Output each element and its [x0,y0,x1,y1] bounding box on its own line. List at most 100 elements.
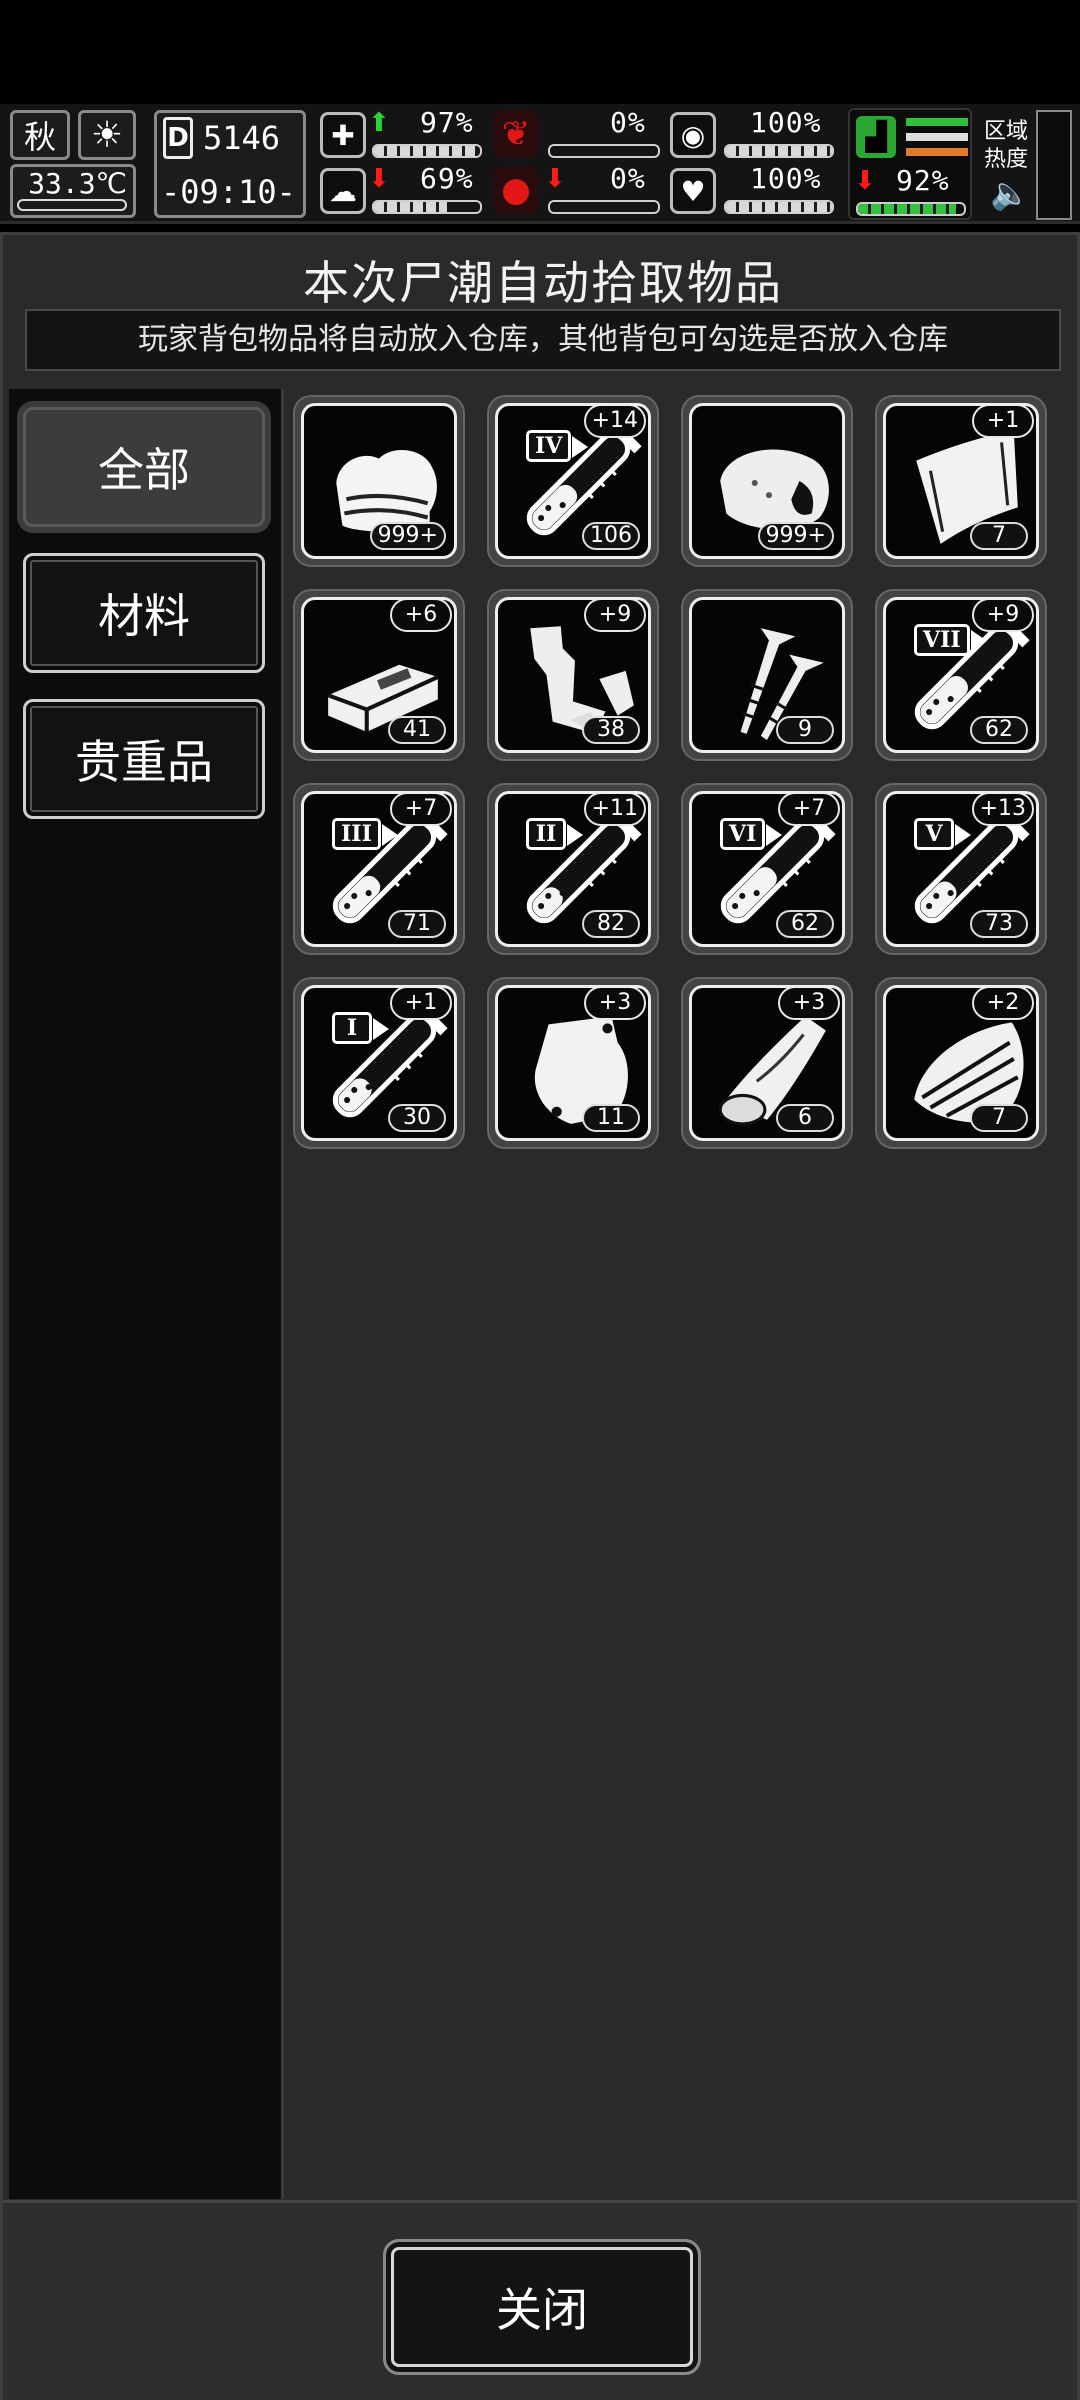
brain-down-arrow-icon: ⬇ [368,164,390,194]
stomach-icon: ❦ [494,110,538,158]
temperature-gauge: 33.3℃ [10,164,136,218]
item-slot[interactable]: II 82 +11 [487,783,659,955]
item-gain-badge: +7 [390,794,452,826]
zone-heat-meter [1036,110,1072,220]
item-gain-badge: +11 [583,794,646,826]
boot-icon: ▟ [856,116,896,158]
item-count: 9 [776,716,834,744]
thermometer-icon [17,199,127,211]
item-count: 11 [582,1104,640,1132]
auto-pickup-dialog: 本次尸潮自动拾取物品 玩家背包物品将自动放入仓库，其他背包可勾选是否放入仓库 全… [0,232,1080,2400]
grade-badge: II [526,818,583,850]
item-count: 38 [582,716,640,744]
item-slot[interactable]: V 73 +13 [875,783,1047,955]
heart-icon: ♥ [670,168,716,214]
item-slot[interactable]: 11 +3 [487,977,659,1149]
item-slot-frame: II 82 +11 [495,791,651,947]
brain-icon: ☁ [320,168,366,214]
stomach-value: 0% [610,106,646,139]
grade-badge: I [332,1012,389,1044]
speaker-icon[interactable]: 🔈 [990,174,1030,212]
pill-value: 100% [750,106,822,139]
tab-materials[interactable]: 材料 [23,553,265,673]
grade-badge: VI [720,818,783,850]
item-slot-frame: VII 62 +9 [883,597,1039,753]
item-count: 73 [970,910,1028,938]
tab-valuables[interactable]: 贵重品 [23,699,265,819]
weather-icon: ☀ [78,110,136,160]
item-slot-frame: IV 106 +14 [495,403,651,559]
item-slot-frame: 38 +9 [495,597,651,753]
item-slot[interactable]: 7 +1 [875,395,1047,567]
stamina-panel: ▟ ⬇ 92% [848,108,972,220]
item-slot[interactable]: 999+ [681,395,853,567]
item-slot[interactable]: 6 +3 [681,977,853,1149]
stamina-stripes [906,118,968,156]
item-slot[interactable]: 7 +2 [875,977,1047,1149]
zone-heat-label: 区域热度 [984,119,1029,172]
item-slot[interactable]: III 71 +7 [293,783,465,955]
status-hud: 秋 ☀ 33.3℃ D 5146 -09:10- ✚ ⬆ 97% ☁ ⬇ 69%… [0,104,1080,224]
item-slot-frame: VI 62 +7 [689,791,845,947]
pill-icon: ◉ [670,112,716,158]
stamina-value: 92% [896,164,950,197]
grade-badge: III [332,818,398,850]
item-slot[interactable]: VI 62 +7 [681,783,853,955]
item-slot-frame: 999+ [689,403,845,559]
item-slot[interactable]: 41 +6 [293,589,465,761]
item-slot-frame: 999+ [301,403,457,559]
item-gain-badge: +1 [972,406,1034,438]
item-count: 41 [388,716,446,744]
item-slot-frame: 9 [689,597,845,753]
grade-badge: VII [914,624,987,656]
category-sidebar: 全部 材料 贵重品 [9,389,284,2199]
item-count: 30 [388,1104,446,1132]
item-slot[interactable]: VII 62 +9 [875,589,1047,761]
blood-drop-icon: ● [494,166,538,214]
item-slot-frame: I 30 +1 [301,985,457,1141]
pill-bar [724,144,834,158]
item-count: 7 [970,1104,1028,1132]
season-badge: 秋 [10,110,70,160]
item-slot[interactable]: I 30 +1 [293,977,465,1149]
close-button-label: 关闭 [496,2283,588,2337]
item-slot[interactable]: 999+ [293,395,465,567]
stamina-down-arrow-icon: ⬇ [854,166,876,196]
item-slot-frame: 6 +3 [689,985,845,1141]
health-bar [372,144,482,158]
brain-value: 69% [420,162,474,195]
item-gain-badge: +14 [583,406,646,438]
item-count: 999+ [757,522,834,550]
grade-badge: IV [526,430,589,462]
close-button[interactable]: 关闭 [383,2239,701,2375]
item-slot-frame: III 71 +7 [301,791,457,947]
item-count: 999+ [369,522,446,550]
item-gain-badge: +3 [584,988,646,1020]
item-slot[interactable]: 38 +9 [487,589,659,761]
item-slot-frame: 7 +2 [883,985,1039,1141]
item-count: 71 [388,910,446,938]
item-count: 7 [970,522,1028,550]
clock-time: -09:10- [161,173,296,211]
dialog-title: 本次尸潮自动拾取物品 [303,256,783,310]
temperature-value: 33.3℃ [28,167,127,200]
item-count: 6 [776,1104,834,1132]
heart-bar [724,200,834,214]
tab-all-label: 全部 [98,443,190,497]
heart-value: 100% [750,162,822,195]
dialog-footer: 关闭 [3,2200,1077,2400]
blood-bar [548,200,660,214]
item-gain-badge: +6 [390,600,452,632]
stamina-bar [856,202,966,216]
item-slot[interactable]: IV 106 +14 [487,395,659,567]
item-count: 82 [582,910,640,938]
item-count: 62 [970,716,1028,744]
tab-materials-label: 材料 [98,589,190,643]
tab-all[interactable]: 全部 [23,407,265,527]
item-gain-badge: +7 [778,794,840,826]
item-slot[interactable]: 9 [681,589,853,761]
item-gain-badge: +13 [971,794,1034,826]
day-counter: 5146 [203,119,281,157]
item-count: 106 [582,522,640,550]
item-slot-frame: 11 +3 [495,985,651,1141]
